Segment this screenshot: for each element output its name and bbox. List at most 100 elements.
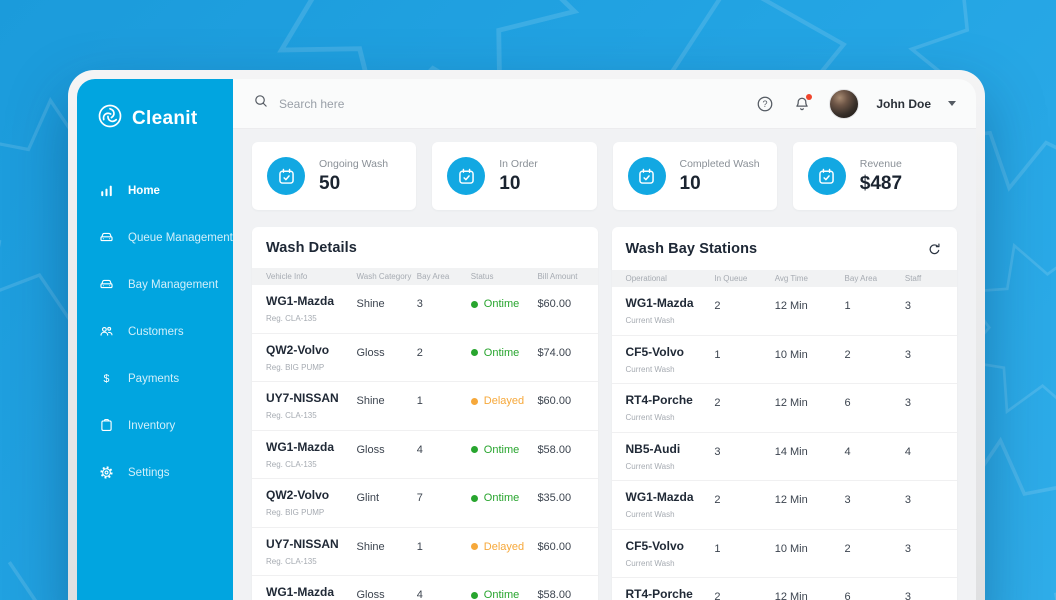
wash-details-card: Wash Details Vehicle Info Wash Category Ba… xyxy=(252,227,598,600)
stat-cards: Ongoing Wash 50 In Order 10 Completed Wash 10… xyxy=(252,142,957,210)
calendar-check-icon xyxy=(447,157,486,195)
column-header: Operational xyxy=(625,274,667,283)
sidebar-item-label: Settings xyxy=(128,466,170,479)
status-badge: Delayed xyxy=(470,391,538,407)
sidebar-item-bay-management[interactable]: Bay Management xyxy=(77,261,233,308)
table-row: CF5-Volvo Current Wash 1 10 Min 2 3 xyxy=(611,336,957,384)
table-row: WG1-MazdaReg. CLA-135 Gloss 4 Ontime$58.00 xyxy=(252,576,598,600)
wash-category: Glint xyxy=(356,492,380,504)
calendar-check-icon xyxy=(807,157,846,195)
bill-amount: $74.00 xyxy=(537,346,572,359)
avg-time: 12 Min xyxy=(774,300,808,312)
vehicle-info: QW2-Volvo Reg. BIG PUMP xyxy=(266,488,330,517)
wash-bay-stations-columns: Operational In Queue Avg Time Bay Area Staff xyxy=(611,270,957,287)
avg-time: 12 Min xyxy=(774,397,808,409)
staff: 4 xyxy=(904,445,911,458)
in-queue: 1 xyxy=(714,348,721,361)
in-queue: 3 xyxy=(714,445,721,458)
sidebar-item-label: Customers xyxy=(128,325,184,338)
user-name: John Doe xyxy=(876,96,931,111)
sidebar-item-payments[interactable]: $ Payments xyxy=(77,355,233,402)
svg-text:$: $ xyxy=(104,373,110,385)
avg-time: 12 Min xyxy=(774,494,808,506)
bill-amount: $60.00 xyxy=(537,395,572,407)
table-row: WG1-Mazda Current Wash 2 12 Min 1 3 xyxy=(611,287,957,336)
chevron-down-icon[interactable] xyxy=(948,101,956,106)
staff: 3 xyxy=(904,494,911,506)
stat-value: $487 xyxy=(859,172,903,194)
svg-text:?: ? xyxy=(763,99,768,109)
status-badge: Ontime xyxy=(470,343,538,359)
column-header: Bay Area xyxy=(844,274,878,283)
column-header: Bay Area xyxy=(416,272,450,281)
bay-area: 3 xyxy=(416,298,423,310)
bay-area: 6 xyxy=(844,397,851,409)
bell-icon[interactable] xyxy=(792,93,813,114)
sidebar-nav: Home Queue Management Bay Management Custom… xyxy=(77,167,233,496)
wash-bay-stations-rows: WG1-Mazda Current Wash 2 12 Min 1 3 CF5-Volvo C… xyxy=(611,287,957,600)
stat-label: Completed Wash xyxy=(679,157,760,170)
wash-bay-stations-card: Wash Bay Stations Operational In Queue Avg… xyxy=(611,227,958,600)
bar-chart-icon xyxy=(98,182,115,199)
stat-value: 10 xyxy=(499,172,521,194)
bill-amount: $58.00 xyxy=(537,589,572,600)
stat-card-completed-wash: Completed Wash 10 xyxy=(612,142,777,210)
status-dot xyxy=(470,543,478,550)
wash-details-header: Wash Details xyxy=(252,227,598,268)
station-info: WG1-Mazda Current Wash xyxy=(625,296,694,325)
table-row: UY7-NISSAN Reg. CLA-135 Shine 1 Delayed $60.0… xyxy=(252,528,598,576)
search xyxy=(253,93,755,114)
wash-category: Gloss xyxy=(356,346,385,359)
bay-area: 2 xyxy=(844,542,851,555)
column-header: Wash Category xyxy=(356,272,412,281)
wash-bay-stations-header: Wash Bay Stations xyxy=(612,227,958,270)
status-dot xyxy=(470,446,478,453)
sidebar-item-settings[interactable]: Settings xyxy=(77,449,233,496)
bay-area: 4 xyxy=(844,445,851,458)
status-badge: Ontime xyxy=(470,294,538,310)
main-area: ? John Doe Ongoing Wa xyxy=(233,79,976,600)
status-badge: Delayed xyxy=(470,537,538,553)
bill-amount: $35.00 xyxy=(537,492,572,504)
sidebar-item-queue-management[interactable]: Queue Management xyxy=(77,214,233,261)
bay-area: 3 xyxy=(844,494,851,506)
stat-value: 10 xyxy=(679,172,701,194)
sidebar-item-customers[interactable]: Customers xyxy=(77,308,233,355)
status-dot xyxy=(470,300,478,308)
bay-area: 1 xyxy=(416,395,423,407)
user-avatar[interactable] xyxy=(829,88,860,119)
bay-area: 7 xyxy=(416,492,423,504)
in-queue: 2 xyxy=(714,397,721,409)
refresh-icon[interactable] xyxy=(925,240,943,258)
avg-time: 10 Min xyxy=(774,542,808,555)
wash-category: Gloss xyxy=(356,443,385,456)
stat-label: In Order xyxy=(499,157,538,170)
search-input[interactable] xyxy=(279,96,519,111)
help-icon[interactable]: ? xyxy=(755,94,775,114)
vehicle-info: UY7-NISSAN Reg. CLA-135 xyxy=(266,391,339,420)
wash-category: Shine xyxy=(356,395,385,407)
sidebar-item-home[interactable]: Home xyxy=(77,167,233,214)
in-queue: 2 xyxy=(714,591,721,600)
clipboard-icon xyxy=(98,417,115,434)
wash-bay-stations-title: Wash Bay Stations xyxy=(625,241,758,257)
station-info: WG1-Mazda Current Wash xyxy=(625,490,694,519)
topbar: ? John Doe xyxy=(233,79,976,129)
in-queue: 2 xyxy=(714,494,721,506)
table-row: WG1-MazdaReg. CLA-135 Gloss 4 Ontime$58.00 xyxy=(252,431,598,479)
sidebar: Cleanit Home Queue Management Bay Manageme… xyxy=(77,79,233,600)
sidebar-item-inventory[interactable]: Inventory xyxy=(77,402,233,449)
bill-amount: $58.00 xyxy=(537,443,572,456)
app-frame: Cleanit Home Queue Management Bay Manageme… xyxy=(77,79,976,600)
column-header: Status xyxy=(470,272,494,281)
bay-area: 2 xyxy=(844,348,851,361)
bill-amount: $60.00 xyxy=(537,540,572,553)
bill-amount: $60.00 xyxy=(537,298,572,310)
bay-area: 1 xyxy=(416,540,423,553)
table-row: CF5-Volvo Current Wash 1 10 Min 2 3 xyxy=(611,530,957,578)
status-dot xyxy=(470,349,478,356)
car-icon xyxy=(98,229,115,246)
vehicle-info: QW2-Volvo Reg. BIG PUMP xyxy=(266,342,330,372)
sidebar-item-label: Bay Management xyxy=(128,278,219,291)
bay-area: 2 xyxy=(416,346,423,359)
